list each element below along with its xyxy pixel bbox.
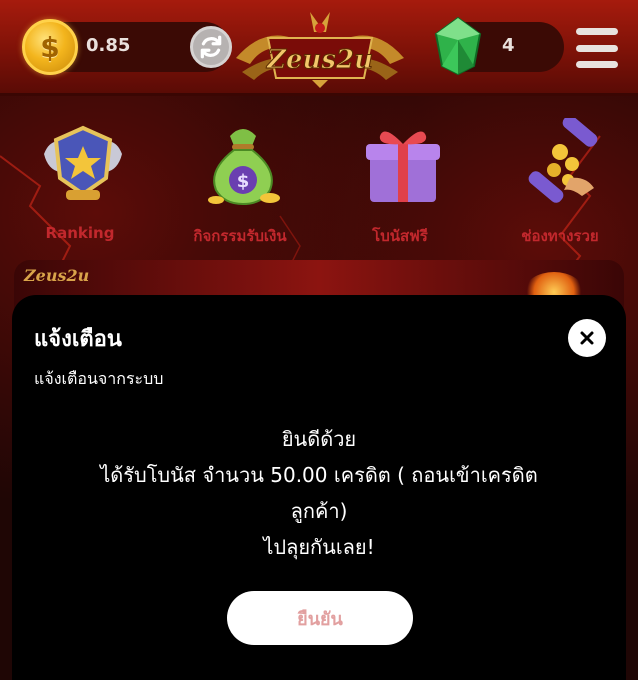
message-line: ได้รับโบนัส จำนวน 50.00 เครดิต ( ถอนเข้า… — [100, 463, 538, 487]
gem-balance: 4 — [434, 16, 564, 76]
notification-modal: แจ้งเตือน แจ้งเตือนจากระบบ ยินดีด้วย ได้… — [12, 295, 626, 680]
quick-menu-money-activity[interactable]: $ กิจกรรมรับเงิน — [170, 118, 310, 258]
quick-menu: Ranking $ กิจกรรมรับเงิน โบนัสฟรี ช่องทา… — [0, 118, 638, 258]
hamburger-menu-button[interactable] — [576, 28, 618, 68]
message-line: ไปลุยกันเลย! — [263, 535, 375, 559]
confirm-button[interactable]: ยืนยัน — [227, 591, 413, 645]
credit-balance: $ 0.85 — [22, 19, 232, 75]
balance-value: 0.85 — [86, 35, 131, 56]
modal-subtitle: แจ้งเตือนจากระบบ — [34, 369, 164, 388]
zeus2u-logo[interactable]: Zeus2u — [232, 8, 408, 90]
modal-message: ยินดีด้วย ได้รับโบนัส จำนวน 50.00 เครดิต… — [32, 421, 606, 565]
coin-hand-icon — [528, 118, 598, 203]
quick-menu-ranking[interactable]: Ranking — [10, 118, 150, 258]
message-line: ลูกค้า) — [290, 499, 348, 523]
menu-bar — [576, 28, 618, 35]
modal-title: แจ้งเตือน — [34, 327, 122, 352]
quick-menu-label: โบนัสฟรี — [372, 227, 428, 245]
svg-text:Zeus2u: Zeus2u — [266, 45, 373, 75]
gem-count: 4 — [502, 35, 515, 56]
message-line: ยินดีด้วย — [281, 427, 357, 451]
emerald-icon — [434, 16, 482, 76]
money-bag-icon: $ — [208, 129, 280, 206]
menu-bar — [576, 44, 618, 52]
close-icon — [580, 331, 594, 345]
refresh-button[interactable] — [190, 26, 232, 68]
quick-menu-free-bonus[interactable]: โบนัสฟรี — [330, 118, 470, 258]
banner-logo: Zeus2u — [24, 266, 90, 285]
ranking-badge-icon — [44, 125, 122, 200]
quick-menu-get-rich[interactable]: ช่องทางรวย — [490, 118, 630, 258]
refresh-icon — [200, 35, 222, 59]
quick-menu-label: Ranking — [45, 224, 115, 242]
svg-text:$: $ — [237, 171, 250, 192]
top-header: $ 0.85 Zeus2u 4 — [0, 0, 638, 96]
gift-box-icon — [366, 131, 440, 202]
menu-bar — [576, 61, 618, 68]
coin-icon: $ — [22, 19, 78, 75]
close-button[interactable] — [568, 319, 606, 357]
quick-menu-label: กิจกรรมรับเงิน — [193, 227, 287, 245]
quick-menu-label: ช่องทางรวย — [521, 227, 599, 245]
